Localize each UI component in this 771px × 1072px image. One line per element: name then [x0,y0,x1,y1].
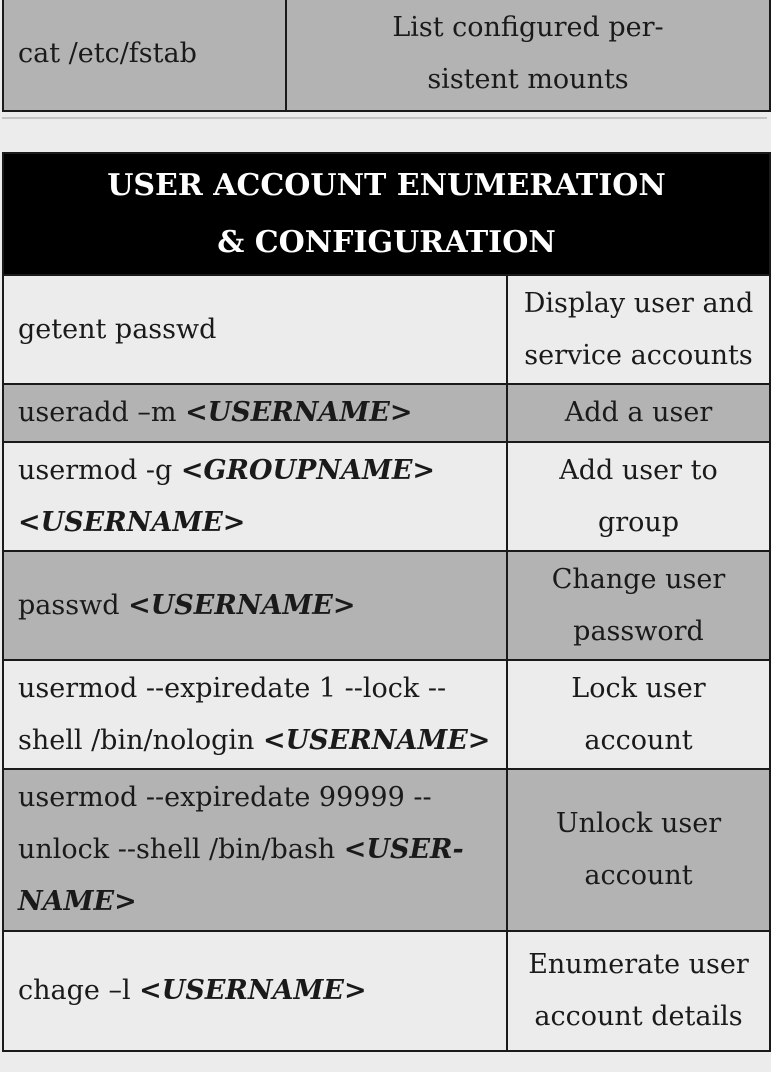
description-text: List configured per- sistent mounts [392,12,664,95]
argument-placeholder: <GROUPNAME> [180,454,436,486]
command-text: chage –l [18,975,140,1006]
description-text: Unlock user account [555,808,722,891]
description-text: Add user to group [559,454,718,538]
table-row: passwd <USERNAME> Change user password [2,550,771,661]
command-text: usermod --expiredate 1 --lock -- [18,672,447,704]
description-cell: Add user to group [506,441,771,552]
argument-placeholder: <USER- [343,834,464,865]
argument-placeholder: <USERNAME> [139,975,367,1006]
argument-placeholder: <USERNAME> [18,506,246,538]
command-cell: passwd <USERNAME> [2,550,508,661]
command-text: cat /etc/fstab [18,38,197,69]
description-cell: Add a user [506,383,771,443]
table-row: usermod --expiredate 1 --lock -- shell /b… [2,659,771,770]
command-text: shell /bin/nologin [18,724,264,756]
description-text: Lock user account [571,672,706,756]
table-row: cat /etc/fstab List configured per- sist… [2,0,771,112]
command-text: useradd –m [18,397,186,428]
command-text: usermod --expiredate 99999 -- [18,782,432,813]
command-cell: usermod -g <GROUPNAME> <USERNAME> [2,441,508,552]
description-cell: Lock user account [506,659,771,770]
command-text: getent passwd [18,313,217,345]
table-row: chage –l <USERNAME> Enumerate user accou… [2,930,771,1052]
description-cell: Enumerate user account details [506,930,771,1052]
command-cell: useradd –m <USERNAME> [2,383,508,443]
description-cell: Change user password [506,550,771,661]
section-title-line1: USER ACCOUNT ENUMERATION [107,168,666,203]
command-cell: getent passwd [2,274,508,385]
argument-placeholder: <USERNAME> [185,397,413,428]
argument-placeholder: <USERNAME> [263,724,491,756]
description-cell: Unlock user account [506,768,771,932]
command-cell: chage –l <USERNAME> [2,930,508,1052]
section-title-line2: & CONFIGURATION [217,225,556,260]
section-header-row: USER ACCOUNT ENUMERATION & CONFIGURATION [2,152,771,276]
section-divider [2,117,767,119]
description-text: Add a user [564,397,713,428]
fstab-table: cat /etc/fstab List configured per- sist… [2,0,771,112]
table-row: usermod --expiredate 99999 -- unlock --sh… [2,768,771,932]
command-cell: usermod --expiredate 99999 -- unlock --sh… [2,768,508,932]
description-text: Change user password [551,563,726,647]
table-row: getent passwd Display user and service a… [2,274,771,385]
section-title: USER ACCOUNT ENUMERATION & CONFIGURATION [2,152,771,276]
command-text: passwd [18,589,129,621]
description-cell: Display user and service accounts [506,274,771,385]
table-row: usermod -g <GROUPNAME> <USERNAME> Add use… [2,441,771,552]
command-cell: usermod --expiredate 1 --lock -- shell /b… [2,659,508,770]
argument-placeholder: NAME> [18,886,137,917]
command-text: unlock --shell /bin/bash [18,834,344,865]
description-text: Display user and service accounts [523,287,754,371]
command-cell: cat /etc/fstab [2,0,287,112]
argument-placeholder: <USERNAME> [128,589,356,621]
description-text: Enumerate user account details [528,949,749,1032]
command-text: usermod -g [18,454,181,486]
user-account-table: USER ACCOUNT ENUMERATION & CONFIGURATION… [2,152,771,1052]
table-row: useradd –m <USERNAME> Add a user [2,383,771,443]
description-cell: List configured per- sistent mounts [285,0,771,112]
